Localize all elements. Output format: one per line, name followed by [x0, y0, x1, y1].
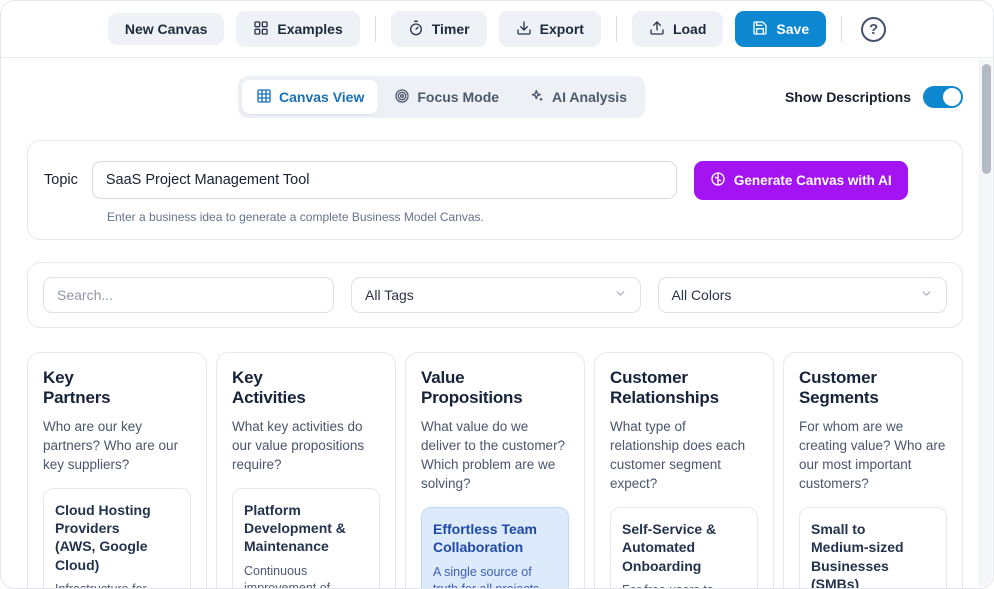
colors-filter-value: All Colors: [672, 287, 732, 303]
canvas-card-description: Infrastructure for hosting the applicati…: [55, 581, 165, 589]
examples-button[interactable]: Examples: [236, 11, 359, 47]
examples-label: Examples: [277, 22, 342, 36]
export-button[interactable]: Export: [499, 11, 601, 47]
canvas-card-title: Cloud Hosting Providers (AWS, Google Clo…: [55, 501, 161, 574]
help-icon[interactable]: ?: [861, 17, 886, 42]
show-descriptions-label: Show Descriptions: [785, 89, 911, 105]
save-floppy-icon: [752, 20, 768, 38]
show-descriptions-toggle[interactable]: [923, 86, 963, 108]
canvas-card-platform-development[interactable]: Platform Development & Maintenance Conti…: [232, 488, 380, 589]
column-description: Who are our key partners? Who are our ke…: [43, 417, 191, 474]
column-customer-relationships: Customer Relationships What type of rela…: [594, 352, 774, 589]
app-window: New Canvas Examples Timer Export Load Sa…: [0, 0, 994, 589]
filter-section: All Tags All Colors: [27, 262, 963, 328]
column-customer-segments: Customer Segments For whom are we creati…: [783, 352, 963, 589]
canvas-card-smbs[interactable]: Small to Medium-sized Businesses (SMBs) …: [799, 507, 947, 589]
upload-icon: [649, 20, 665, 38]
show-descriptions-control: Show Descriptions: [785, 86, 963, 108]
tab-ai-analysis[interactable]: AI Analysis: [515, 80, 641, 114]
column-title: Customer Segments: [799, 368, 879, 408]
topic-label: Topic: [44, 172, 78, 188]
search-input[interactable]: [43, 277, 334, 313]
column-description: What key activities do our value proposi…: [232, 417, 380, 474]
canvas-card-description: For free users to get started quickly wi…: [622, 582, 732, 589]
column-key-activities: Key Activities What key activities do ou…: [216, 352, 396, 589]
help-label: ?: [869, 21, 878, 38]
toolbar-divider: [375, 16, 376, 42]
view-tab-group: Canvas View Focus Mode AI Analysis: [238, 76, 645, 118]
column-description: For whom are we creating value? Who are …: [799, 417, 947, 494]
toolbar-divider: [841, 16, 842, 42]
new-canvas-button[interactable]: New Canvas: [108, 13, 224, 45]
tab-canvas-view[interactable]: Canvas View: [242, 80, 378, 114]
scrollbar-thumb[interactable]: [982, 64, 991, 174]
save-label: Save: [776, 22, 809, 36]
save-button[interactable]: Save: [735, 11, 826, 47]
generate-canvas-label: Generate Canvas with AI: [734, 174, 892, 188]
toggle-knob: [943, 88, 961, 106]
column-description: What type of relationship does each cust…: [610, 417, 758, 494]
vertical-scrollbar: [979, 59, 992, 587]
chevron-down-icon: [920, 287, 933, 303]
download-icon: [516, 20, 532, 38]
table-grid-icon: [256, 88, 272, 106]
tab-focus-mode[interactable]: Focus Mode: [380, 80, 513, 114]
tab-focus-mode-label: Focus Mode: [417, 90, 499, 104]
stopwatch-icon: [408, 20, 424, 38]
timer-button[interactable]: Timer: [391, 11, 487, 47]
target-icon: [394, 88, 410, 106]
canvas-card-title: Effortless Team Collaboration: [433, 520, 539, 556]
brain-icon: [710, 171, 726, 190]
chevron-down-icon: [614, 287, 627, 303]
layout-grid-icon: [253, 20, 269, 38]
canvas-columns: Key Partners Who are our key partners? W…: [27, 352, 963, 589]
column-description: What value do we deliver to the customer…: [421, 417, 569, 494]
tab-canvas-view-label: Canvas View: [279, 90, 364, 104]
column-title: Key Partners: [43, 368, 110, 408]
column-title: Value Propositions: [421, 368, 522, 408]
topic-input[interactable]: [92, 161, 677, 199]
canvas-card-description: A single source of truth for all project…: [433, 564, 543, 589]
timer-label: Timer: [432, 22, 470, 36]
load-button[interactable]: Load: [632, 11, 723, 47]
tags-filter-value: All Tags: [365, 287, 414, 303]
canvas-card-description: Continuous improvement of features,: [244, 563, 354, 589]
view-mode-bar: Canvas View Focus Mode AI Analysis Show …: [27, 76, 963, 118]
tags-filter-select[interactable]: All Tags: [351, 277, 641, 313]
column-title: Customer Relationships: [610, 368, 719, 408]
canvas-card-title: Small to Medium-sized Businesses (SMBs): [811, 520, 917, 589]
sparkles-icon: [529, 88, 545, 106]
top-toolbar: New Canvas Examples Timer Export Load Sa…: [1, 1, 993, 58]
topic-section: Topic Generate Canvas with AI Enter a bu…: [27, 140, 963, 240]
canvas-card-cloud-hosting[interactable]: Cloud Hosting Providers (AWS, Google Clo…: [43, 488, 191, 589]
load-label: Load: [673, 22, 706, 36]
topic-helper-text: Enter a business idea to generate a comp…: [107, 210, 946, 224]
new-canvas-label: New Canvas: [125, 22, 207, 36]
canvas-card-title: Self-Service & Automated Onboarding: [622, 520, 728, 575]
canvas-card-effortless-collaboration[interactable]: Effortless Team Collaboration A single s…: [421, 507, 569, 589]
canvas-card-self-service[interactable]: Self-Service & Automated Onboarding For …: [610, 507, 758, 589]
column-title: Key Activities: [232, 368, 306, 408]
tab-ai-analysis-label: AI Analysis: [552, 90, 627, 104]
export-label: Export: [540, 22, 584, 36]
column-key-partners: Key Partners Who are our key partners? W…: [27, 352, 207, 589]
generate-canvas-button[interactable]: Generate Canvas with AI: [694, 161, 908, 200]
column-value-propositions: Value Propositions What value do we deli…: [405, 352, 585, 589]
canvas-card-title: Platform Development & Maintenance: [244, 501, 350, 556]
colors-filter-select[interactable]: All Colors: [658, 277, 948, 313]
toolbar-divider: [616, 16, 617, 42]
